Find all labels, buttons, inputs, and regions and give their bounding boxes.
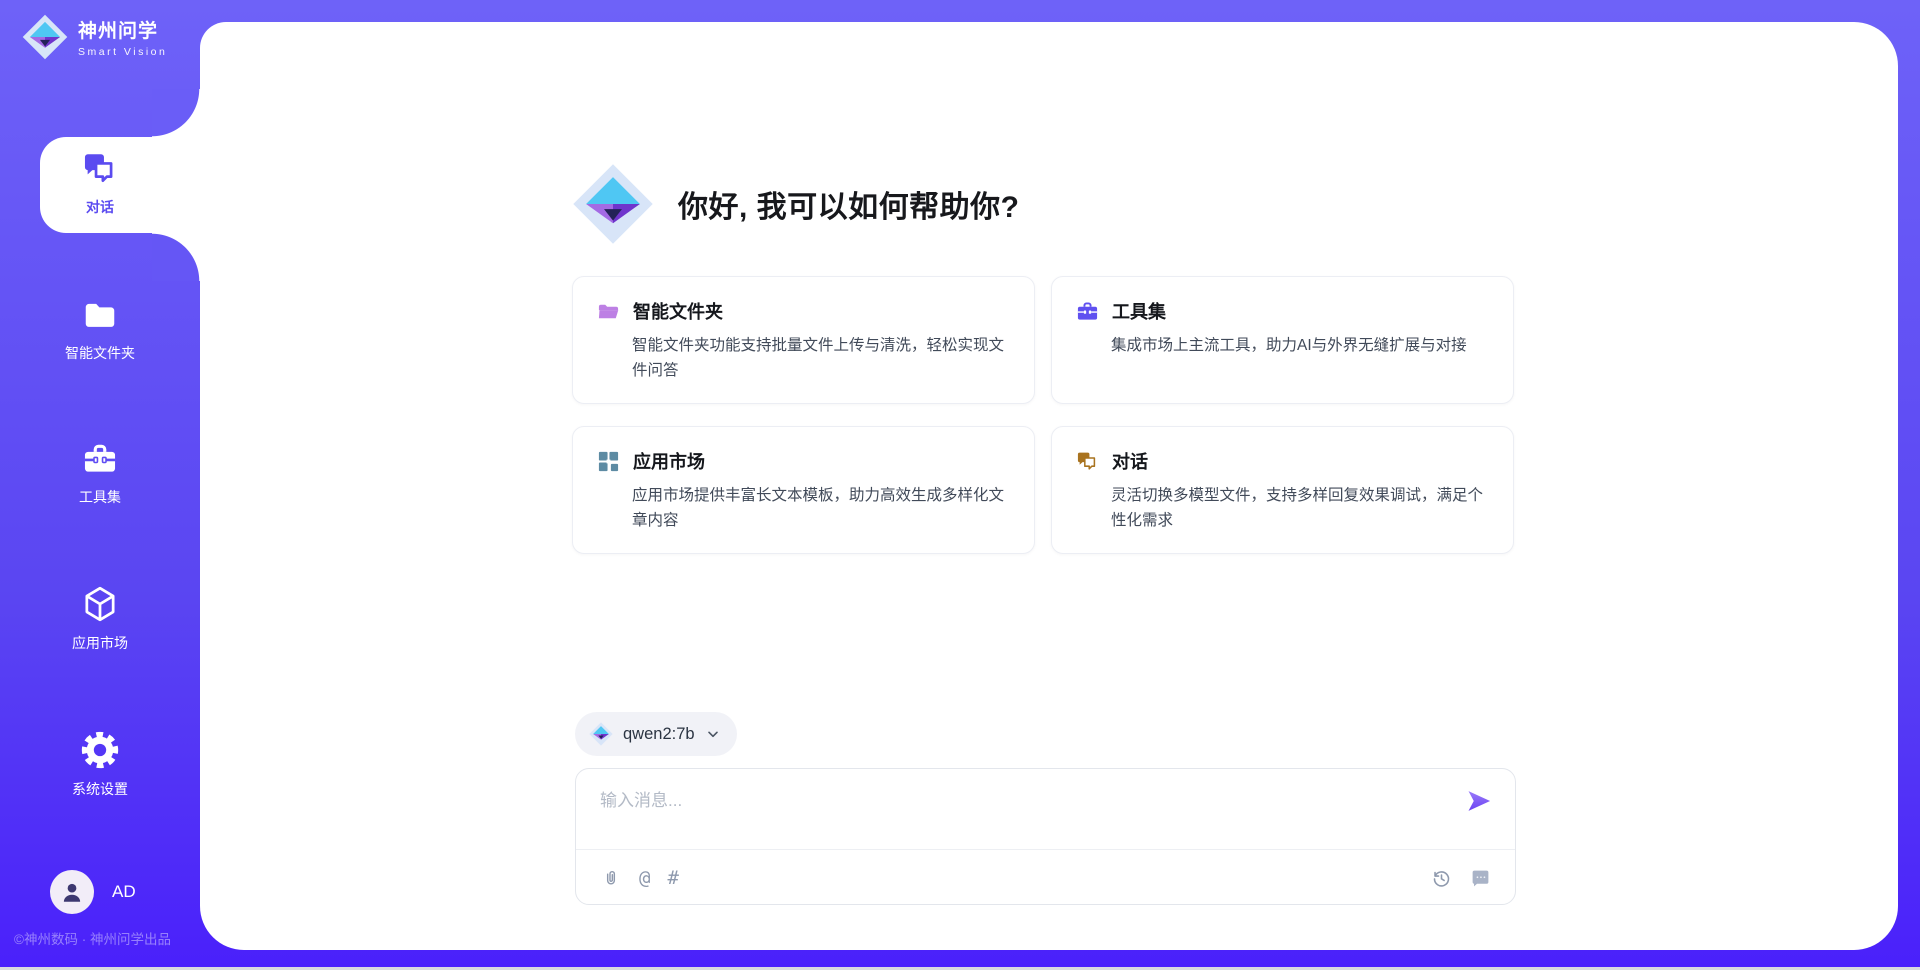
sidebar-footer-credit: ©神州数码 · 神州问学出品 xyxy=(14,928,171,948)
diamond-logo-icon xyxy=(589,722,613,746)
folder-open-icon xyxy=(597,300,620,323)
greeting-block: 你好, 我可以如何帮助你? xyxy=(572,163,1020,245)
feature-cards: 智能文件夹 智能文件夹功能支持批量文件上传与清洗，轻松实现文件问答 xyxy=(572,276,1514,554)
chat-bubbles-icon xyxy=(81,150,119,188)
sidebar-item-label: 智能文件夹 xyxy=(65,343,135,363)
sidebar-item-label: 系统设置 xyxy=(72,779,128,799)
gear-icon xyxy=(80,730,120,770)
model-selector[interactable]: qwen2:7b xyxy=(575,712,737,756)
app-name: 神州问学 xyxy=(78,16,167,43)
card-toolset[interactable]: 工具集 集成市场上主流工具，助力AI与外界无缝扩展与对接 xyxy=(1051,276,1514,404)
card-smart-folder[interactable]: 智能文件夹 智能文件夹功能支持批量文件上传与清洗，轻松实现文件问答 xyxy=(572,276,1035,404)
sidebar-item-label: 对话 xyxy=(86,197,114,217)
user-avatar-icon xyxy=(59,879,85,905)
history-icon[interactable] xyxy=(1430,867,1452,889)
hash-icon[interactable]: # xyxy=(667,869,678,888)
sidebar-item-label: 应用市场 xyxy=(72,633,128,653)
card-description: 集成市场上主流工具，助力AI与外界无缝扩展与对接 xyxy=(1111,334,1489,359)
card-title: 智能文件夹 xyxy=(633,298,723,324)
mention-icon[interactable]: @ xyxy=(639,869,650,888)
composer-toolbar: @ # xyxy=(600,861,1491,895)
user-account[interactable]: AD xyxy=(50,870,136,914)
composer-divider xyxy=(576,849,1515,850)
folder-icon xyxy=(81,296,119,334)
card-title: 应用市场 xyxy=(633,448,705,474)
attachment-icon[interactable] xyxy=(600,867,622,889)
briefcase-icon xyxy=(81,440,119,478)
sidebar: 神州问学 Smart Vision 对话 智能文件夹 xyxy=(0,0,200,970)
sidebar-item-apps[interactable]: 应用市场 xyxy=(0,584,200,653)
card-description: 智能文件夹功能支持批量文件上传与清洗，轻松实现文件问答 xyxy=(632,334,1010,384)
card-title: 工具集 xyxy=(1112,298,1166,324)
chevron-down-icon xyxy=(705,726,721,742)
sidebar-item-tools[interactable]: 工具集 xyxy=(0,440,200,507)
greeting-title: 你好, 我可以如何帮助你? xyxy=(678,182,1020,226)
sidebar-item-label: 工具集 xyxy=(79,487,121,507)
chat-filled-icon[interactable] xyxy=(1469,867,1491,889)
diamond-logo-icon xyxy=(22,14,68,60)
card-description: 灵活切换多模型文件，支持多样回复效果调试，满足个性化需求 xyxy=(1111,484,1489,534)
card-chat[interactable]: 对话 灵活切换多模型文件，支持多样回复效果调试，满足个性化需求 xyxy=(1051,426,1514,554)
app-root: 神州问学 Smart Vision 对话 智能文件夹 xyxy=(0,0,1920,970)
app-subtitle: Smart Vision xyxy=(78,46,167,58)
card-title: 对话 xyxy=(1112,448,1148,474)
avatar xyxy=(50,870,94,914)
model-name: qwen2:7b xyxy=(623,725,695,744)
card-description: 应用市场提供丰富长文本模板，助力高效生成多样化文章内容 xyxy=(632,484,1010,534)
user-initials: AD xyxy=(112,882,136,902)
diamond-logo-icon xyxy=(572,163,654,245)
cube-icon xyxy=(80,584,120,624)
sidebar-item-folder[interactable]: 智能文件夹 xyxy=(0,296,200,363)
message-composer: @ # xyxy=(575,768,1516,905)
grid-cube-icon xyxy=(597,450,620,473)
message-input[interactable] xyxy=(600,785,1420,817)
card-app-market[interactable]: 应用市场 应用市场提供丰富长文本模板，助力高效生成多样化文章内容 xyxy=(572,426,1035,554)
app-logo: 神州问学 Smart Vision xyxy=(22,14,167,60)
send-icon[interactable] xyxy=(1465,787,1493,815)
briefcase-icon xyxy=(1076,300,1099,323)
sidebar-item-settings[interactable]: 系统设置 xyxy=(0,730,200,799)
chat-bubbles-icon xyxy=(1076,450,1099,473)
sidebar-item-chat[interactable]: 对话 xyxy=(0,150,200,217)
